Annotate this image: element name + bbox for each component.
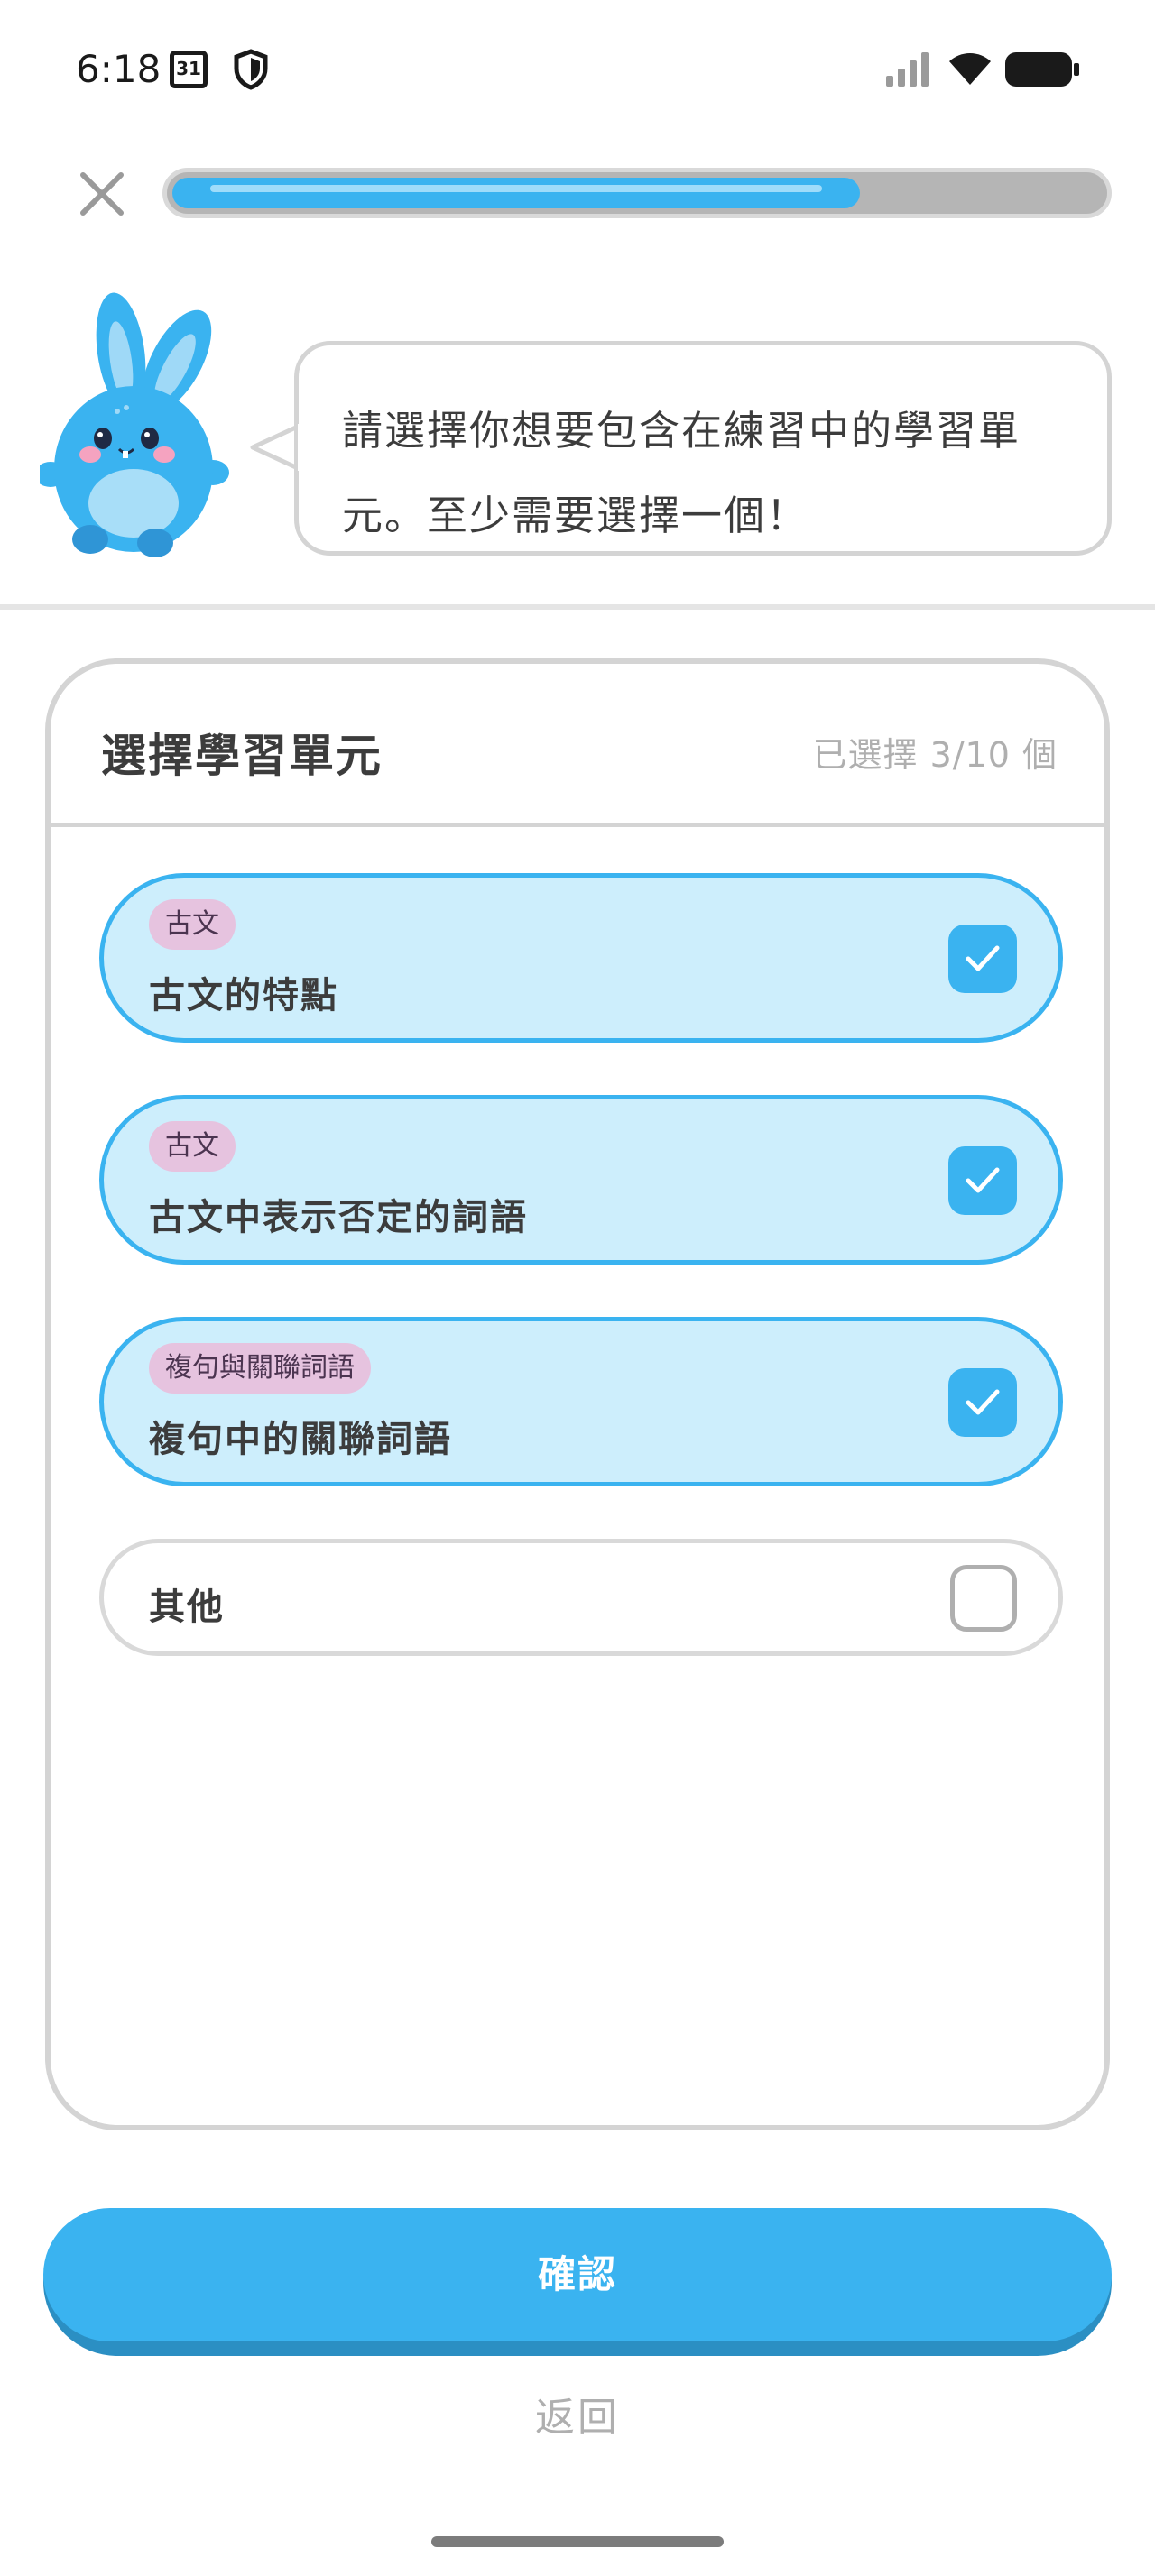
bunny-mascot-icon [40,292,229,557]
battery-icon [1005,52,1079,87]
progress-bar [162,168,1112,218]
selected-count: 已選擇 3/10 個 [812,735,1058,775]
checkbox-unchecked[interactable] [950,1565,1017,1632]
shield-icon [234,49,268,90]
checkmark-icon [966,1167,1000,1193]
unit-selection-card: 選擇學習單元 已選擇 3/10 個 古文 古文的特點 古文 古文中表示否定的詞語… [45,658,1110,2130]
unit-label: 其他 [149,1587,225,1628]
confirm-button-label: 確認 [537,2252,617,2296]
back-link[interactable]: 返回 [0,2385,1155,2443]
checkmark-icon [966,945,1000,971]
confirm-button[interactable]: 確認 [43,2208,1112,2356]
close-icon[interactable] [74,166,130,222]
progress-fill [172,178,860,208]
wifi-icon [949,53,991,85]
unit-option[interactable]: 複句與關聯詞語 複句中的關聯詞語 [99,1317,1063,1486]
cellular-signal-icon [886,52,929,87]
status-bar: 6:18 31 [0,0,1155,135]
speech-text: 請選擇你想要包含在練習中的學習單 元。至少需要選擇一個！ [342,389,1082,558]
speech-line-2: 元。至少需要選擇一個！ [342,492,809,539]
speech-bubble: 請選擇你想要包含在練習中的學習單 元。至少需要選擇一個！ [294,341,1112,556]
progress-shine [210,185,822,192]
unit-label: 古文的特點 [149,975,338,1017]
unit-option[interactable]: 古文 古文的特點 [99,873,1063,1043]
unit-label: 複句中的關聯詞語 [149,1419,452,1460]
unit-label: 古文中表示否定的詞語 [149,1197,528,1238]
unit-tag: 複句與關聯詞語 [149,1343,371,1394]
unit-option[interactable]: 其他 [99,1539,1063,1656]
section-divider [0,604,1155,610]
unit-tag: 古文 [149,1121,236,1172]
unit-option[interactable]: 古文 古文中表示否定的詞語 [99,1095,1063,1265]
checkbox-checked[interactable] [948,925,1017,993]
checkbox-checked[interactable] [948,1146,1017,1215]
speech-line-1: 請選擇你想要包含在練習中的學習單 [342,407,1021,455]
status-time: 6:18 [76,47,162,91]
checkbox-checked[interactable] [948,1368,1017,1437]
unit-tag: 古文 [149,899,236,950]
calendar-icon: 31 [170,51,208,88]
bubble-tail-joint [298,424,307,471]
checkmark-icon [966,1389,1000,1415]
card-header-divider [51,823,1104,827]
card-title: 選擇學習單元 [101,730,383,782]
home-indicator [431,2536,724,2547]
